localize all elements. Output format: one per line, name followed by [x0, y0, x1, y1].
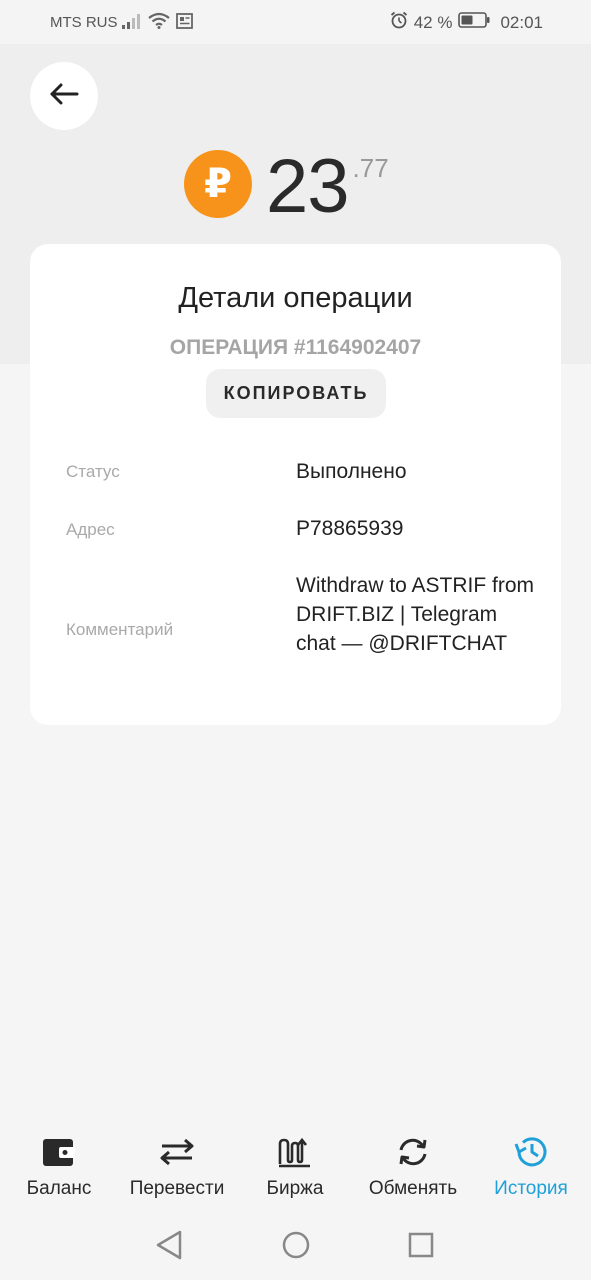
tab-balance[interactable]: Баланс: [0, 1130, 118, 1200]
home-circle-icon[interactable]: [281, 1230, 311, 1265]
carrier-name: MTS RUS: [50, 14, 118, 31]
tab-label: Баланс: [26, 1178, 92, 1199]
arrow-left-icon: [49, 83, 79, 110]
tab-swap[interactable]: Обменять: [354, 1130, 472, 1200]
signal-icon: [122, 13, 142, 34]
status-bar: MTS RUS 42 % 02:01: [0, 0, 591, 44]
wallet-icon: [42, 1130, 76, 1174]
address-value: P78865939: [296, 517, 404, 540]
status-label: Статус: [66, 462, 120, 481]
wifi-icon: [148, 12, 170, 34]
battery-icon: [458, 12, 490, 33]
amount-integer: 23: [266, 144, 350, 229]
transfer-icon: [159, 1130, 195, 1174]
back-button[interactable]: [30, 62, 98, 130]
operation-details-card: Детали операции ОПЕРАЦИЯ #1164902407 КОП…: [30, 244, 561, 725]
operation-number: ОПЕРАЦИЯ #1164902407: [169, 336, 422, 359]
copy-button[interactable]: КОПИРОВАТЬ: [206, 369, 386, 418]
tab-history[interactable]: История: [472, 1130, 590, 1200]
recents-square-icon[interactable]: [407, 1230, 435, 1265]
tab-exchange[interactable]: Биржа: [236, 1130, 354, 1200]
ruble-icon: ₽: [184, 150, 252, 218]
status-value: Выполнено: [296, 460, 407, 483]
comment-label: Комментарий: [66, 620, 174, 639]
back-triangle-icon[interactable]: [155, 1230, 183, 1265]
news-icon: [176, 13, 193, 34]
battery-percent: 42 %: [413, 12, 453, 32]
card-title: Детали операции: [178, 282, 413, 314]
tab-label: Перевести: [129, 1178, 225, 1199]
tab-transfer[interactable]: Перевести: [118, 1130, 236, 1200]
tab-label: История: [494, 1178, 568, 1199]
address-label: Адрес: [66, 520, 115, 539]
comment-value: Withdraw to ASTRIF from DRIFT.BIZ | Tele…: [296, 574, 535, 655]
amount-fraction: .77: [352, 153, 389, 183]
amount-display: ₽ 23 .77: [184, 148, 389, 228]
history-icon: [513, 1130, 549, 1174]
tab-label: Обменять: [368, 1178, 458, 1199]
bottom-tab-bar: Баланс Перевести Биржа Обменять История: [0, 1130, 591, 1210]
tab-label: Биржа: [266, 1178, 324, 1199]
swap-icon: [395, 1130, 431, 1174]
system-nav-bar: [0, 1212, 591, 1280]
alarm-icon: [390, 11, 408, 34]
clock: 02:01: [500, 12, 543, 32]
exchange-chart-icon: [277, 1130, 313, 1174]
